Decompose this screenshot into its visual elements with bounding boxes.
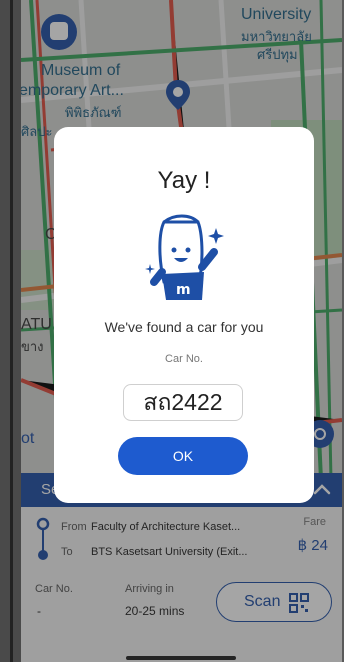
- car-found-dialog: Yay ! m We've found a car for you Car No…: [54, 127, 314, 503]
- dialog-title: Yay !: [157, 167, 211, 194]
- dialog-message: We've found a car for you: [104, 319, 264, 335]
- ok-button[interactable]: OK: [118, 437, 248, 475]
- mascot-illustration: m: [145, 214, 224, 300]
- panel-edge: [10, 0, 13, 662]
- license-plate: สถ2422: [123, 384, 243, 421]
- svg-text:m: m: [176, 282, 191, 298]
- dialog-car-no-label: Car No.: [165, 353, 203, 365]
- left-panel-strip: [0, 0, 21, 662]
